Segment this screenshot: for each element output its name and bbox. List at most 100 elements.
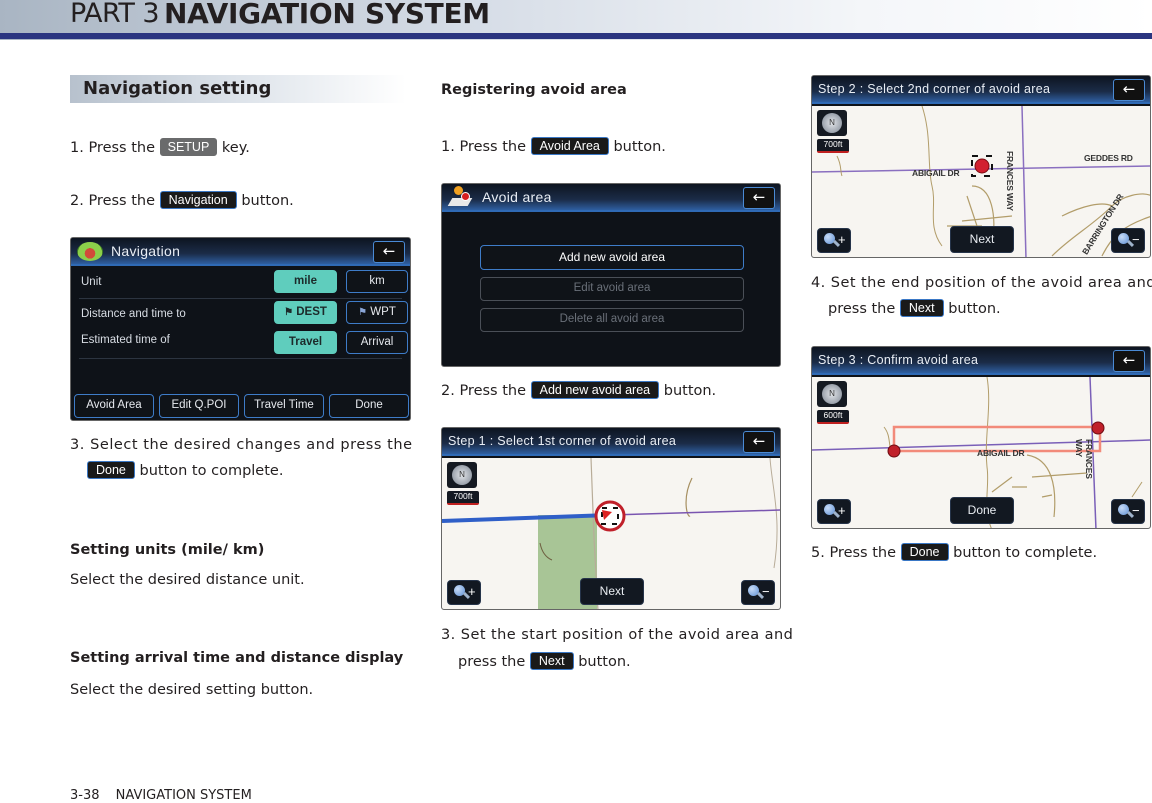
compass-icon: N [822,113,842,133]
next-button-chip: Next [899,299,944,317]
compass-button[interactable]: N [817,381,847,407]
avoid-area-button-chip: Avoid Area [530,137,609,155]
back-arrow-icon: ← [752,432,766,450]
row-divider [79,298,402,299]
back-arrow-icon: ← [1122,80,1136,98]
setup-key-chip: SETUP [159,138,218,156]
done-button-chip: Done [900,543,949,561]
map-scale: 600ft [817,410,849,424]
street-label-frances: FRANCES WAY [1074,439,1094,479]
map-screen-step-1: Step 1 : Select 1st corner of avoid area… [441,427,781,610]
mile-option-button[interactable]: mile [274,270,337,293]
cursor-marker [971,155,993,177]
next-button[interactable]: Next [580,578,644,605]
estimated-time-label: Estimated time of [81,334,170,346]
page-number: 3-38 [70,788,100,803]
first-corner-marker [887,444,901,458]
avoid-area-button[interactable]: Avoid Area [74,394,154,418]
map-screen-step-2: Step 2 : Select 2nd corner of avoid area… [811,75,1151,258]
navigation-app-icon [77,242,103,261]
back-button[interactable]: ← [1113,350,1145,372]
compass-icon: N [452,465,472,485]
section-title: Navigation setting [70,75,406,103]
done-button[interactable]: Done [950,497,1014,524]
minor-road [769,458,778,569]
nav-step-2: 2. Press the Navigation button. [70,191,294,209]
units-heading: Setting units (mile/ km) [70,542,265,558]
street-label-geddes: GEDDES RD [1084,153,1133,163]
back-button[interactable]: ← [743,187,775,209]
back-arrow-icon: ← [752,188,766,206]
minor-road [685,477,693,517]
minor-road [836,155,843,177]
navigation-button-chip: Navigation [159,191,237,209]
screen-title: Navigation [111,243,181,259]
back-arrow-icon: ← [382,242,396,260]
avoid-step-3-line1: 3. Set the start position of the avoid a… [441,627,794,643]
footer-title: NAVIGATION SYSTEM [115,788,252,803]
back-button[interactable]: ← [1113,79,1145,101]
cursor-marker [594,500,626,532]
street-label-frances: FRANCES WAY [1005,151,1015,211]
compass-icon: N [822,384,842,404]
wpt-option-button[interactable]: ⚑ WPT [346,301,408,324]
zoom-out-button[interactable]: − [741,580,775,605]
avoid-step-4-line2: press the Next button. [828,299,1001,317]
map-view[interactable]: N 600ft ABIGAIL DR FRANCES WAY + Done − [812,377,1150,528]
avoid-step-5: 5. Press the Done button to complete. [811,543,1098,561]
checkered-flag-icon: ⚑ [284,307,294,318]
next-button[interactable]: Next [950,226,1014,253]
screen-titlebar: Step 2 : Select 2nd corner of avoid area… [812,76,1150,104]
second-corner-marker [1091,421,1105,435]
zoom-in-button[interactable]: + [817,228,851,253]
avoid-step-2: 2. Press the Add new avoid area button. [441,381,717,399]
done-button[interactable]: Done [329,394,409,418]
add-new-avoid-area-button[interactable]: Add new avoid area [480,245,744,270]
nav-step-3-line2: Done button to complete. [87,461,283,481]
frances-way-road [1021,106,1027,257]
add-new-avoid-area-chip: Add new avoid area [530,381,660,399]
delete-all-avoid-area-button[interactable]: Delete all avoid area [480,308,744,332]
done-button-chip: Done [87,461,135,479]
map-scale: 700ft [817,139,849,153]
screen-title: Avoid area [482,189,552,205]
map-view[interactable]: N 700ft ABIGAIL DR FRANCES WAY GEDDES RD… [812,106,1150,257]
avoid-step-3-line2: press the Next button. [458,652,631,670]
page-footer: 3-38 NAVIGATION SYSTEM [70,788,252,803]
nav-step-1: 1. Press the SETUP key. [70,138,250,156]
step-title: Step 2 : Select 2nd corner of avoid area [818,82,1051,96]
waypoint-flag-icon: ⚑ [358,307,368,318]
nav-step-3-line1: 3. Select the desired changes and press … [70,437,413,453]
travel-option-button[interactable]: Travel [274,331,337,354]
travel-time-button[interactable]: Travel Time [244,394,324,418]
zoom-in-button[interactable]: + [447,580,481,605]
part-label: PART 3 [70,0,160,29]
main-road [609,509,780,516]
edit-qpoi-button[interactable]: Edit Q.POI [159,394,239,418]
screen-titlebar: Avoid area ← [442,184,780,212]
screen-titlebar: Navigation ← [71,238,410,266]
compass-button[interactable]: N [447,462,477,488]
km-option-button[interactable]: km [346,270,408,293]
avoid-area-heading: Registering avoid area [441,82,627,98]
arrival-heading: Setting arrival time and distance displa… [70,650,404,666]
row-divider [79,358,402,359]
avoid-step-1: 1. Press the Avoid Area button. [441,137,666,155]
back-button[interactable]: ← [373,241,405,263]
zoom-in-button[interactable]: + [817,499,851,524]
step-title: Step 1 : Select 1st corner of avoid area [448,434,677,448]
zoom-out-button[interactable]: − [1111,499,1145,524]
dest-option-button[interactable]: ⚑ DEST [274,301,337,324]
avoid-area-app-icon [447,186,473,208]
units-description: Select the desired distance unit. [70,572,305,588]
arrival-description: Select the desired setting button. [70,682,314,698]
back-arrow-icon: ← [1122,351,1136,369]
edit-avoid-area-button[interactable]: Edit avoid area [480,277,744,301]
compass-button[interactable]: N [817,110,847,136]
minor-road [1131,481,1143,498]
arrival-option-button[interactable]: Arrival [346,331,408,354]
back-button[interactable]: ← [743,431,775,453]
map-view[interactable]: N 700ft LER + Next − [442,458,780,609]
zoom-out-button[interactable]: − [1111,228,1145,253]
next-button-chip: Next [529,652,574,670]
